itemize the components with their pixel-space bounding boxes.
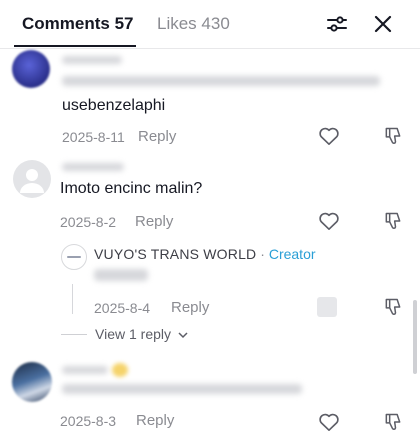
thumbs-down-icon[interactable] — [383, 126, 403, 146]
creator-reply-header: VUYO'S TRANS WORLD · Creator — [94, 246, 316, 264]
thumbs-down-icon[interactable] — [383, 412, 403, 432]
comment-date: 2025-8-11 — [62, 129, 125, 145]
reply-button[interactable]: Reply — [135, 213, 173, 230]
creator-username[interactable]: VUYO'S TRANS WORLD — [94, 246, 256, 262]
comment-text-blurred — [62, 76, 380, 86]
reply-button[interactable]: Reply — [138, 128, 176, 145]
comment-text: usebenzelaphi — [62, 97, 166, 114]
view-replies-label: View 1 reply — [95, 326, 172, 342]
close-icon[interactable] — [371, 12, 395, 36]
separator-dot: · — [256, 246, 269, 262]
creator-badge: Creator — [268, 246, 316, 262]
active-tab-indicator — [14, 45, 136, 47]
emoji-blurred — [112, 363, 128, 377]
comments-header: Comments 57 Likes 430 — [0, 0, 420, 49]
comment-date: 2025-8-2 — [60, 214, 117, 230]
view-replies-button[interactable]: View 1 reply — [95, 326, 188, 344]
reply-button[interactable]: Reply — [136, 412, 174, 429]
comment-date: 2025-8-3 — [60, 413, 117, 429]
username-blurred — [62, 163, 124, 171]
creator-avatar[interactable] — [61, 244, 87, 270]
sliders-icon[interactable] — [325, 12, 349, 36]
thread-line — [72, 284, 73, 314]
avatar[interactable] — [12, 362, 52, 402]
thumbs-down-icon[interactable] — [383, 211, 403, 231]
username-blurred — [62, 366, 108, 374]
reply-date: 2025-8-4 — [94, 300, 151, 316]
avatar[interactable] — [13, 160, 51, 198]
comment-text: Imoto encinc malin? — [60, 180, 203, 197]
tab-comments[interactable]: Comments 57 — [22, 14, 133, 34]
heart-outline-icon[interactable] — [318, 126, 340, 146]
heart-outline-icon[interactable] — [317, 297, 337, 317]
scrollbar[interactable] — [413, 300, 417, 374]
reply-button[interactable]: Reply — [171, 299, 209, 316]
username-blurred — [62, 56, 122, 64]
comment-text-blurred — [62, 384, 302, 394]
tab-likes[interactable]: Likes 430 — [157, 14, 230, 34]
reply-text-blurred — [94, 269, 148, 281]
thumbs-down-icon[interactable] — [383, 297, 403, 317]
heart-outline-icon[interactable] — [318, 412, 340, 432]
heart-outline-icon[interactable] — [318, 211, 340, 231]
divider-line — [61, 334, 87, 335]
avatar[interactable] — [12, 50, 50, 88]
chevron-down-icon — [178, 331, 188, 339]
